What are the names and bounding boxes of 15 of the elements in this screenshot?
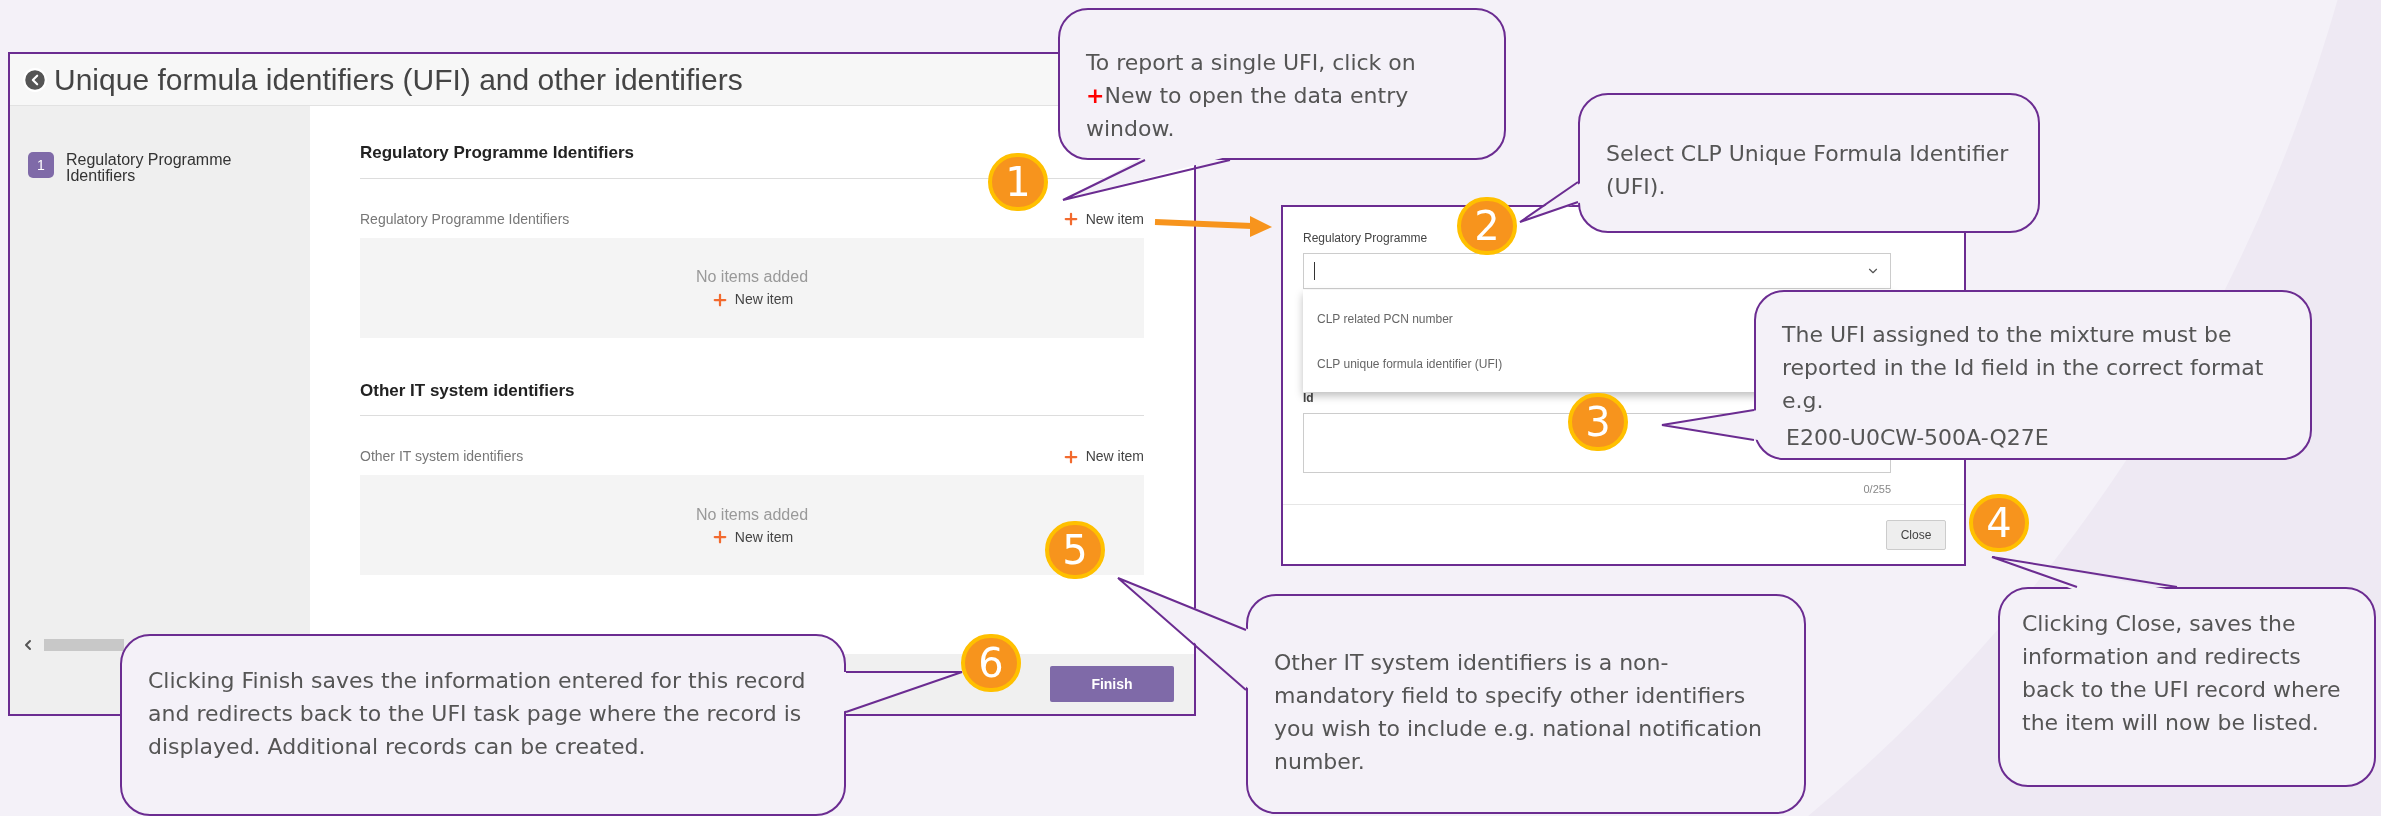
- section-heading: Other IT system identifiers: [360, 379, 576, 402]
- character-counter: 0/255: [1863, 482, 1891, 497]
- list-label: Other IT system identifiers: [360, 447, 524, 466]
- callout-tooltip: Other IT system identifiers is a non-mandatory field to specify other identifiers you wish to include e.g. national notification number.: [1246, 594, 1806, 814]
- callout-tooltip: Select CLP Unique Formula Identifier (UFI).: [1578, 93, 2040, 233]
- list-label: Regulatory Programme Identifiers: [360, 209, 570, 229]
- window-title: Unique formula identifiers (UFI) and other identifiers: [54, 62, 743, 98]
- field-label: Id: [1303, 390, 1314, 407]
- callout-tooltip: Clicking Finish saves the information entered for this record and redirects back to the UFI task page where the record is displayed. Additional records can be created.: [120, 634, 846, 816]
- callout-tooltip: The UFI assigned to the mixture must be reported in the Id field in the correct format e.g. E200-U0CW-500A-Q27E: [1754, 290, 2312, 460]
- section-heading: Regulatory Programme Identifiers: [360, 142, 635, 164]
- empty-text: No items added: [695, 267, 809, 287]
- empty-text: No items added: [695, 504, 809, 525]
- field-label: Regulatory Programme: [1303, 230, 1429, 247]
- step-number: 1: [28, 152, 54, 178]
